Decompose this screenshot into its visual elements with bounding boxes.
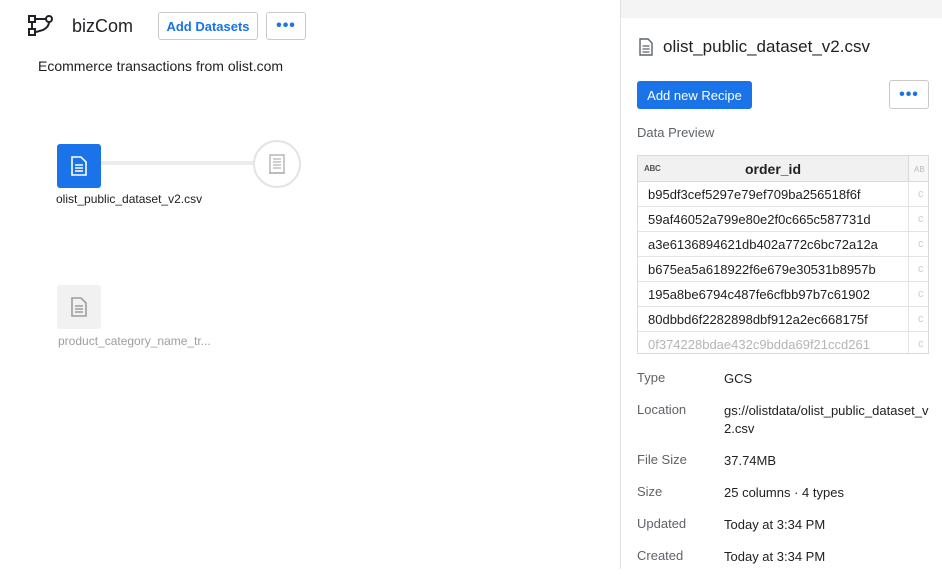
preview-rows: b95df3cef5297e79ef709ba256518f6f c 59af46… <box>638 182 928 353</box>
detail-row-created: Created Today at 3:34 PM <box>637 548 929 580</box>
detail-value: gs://olistdata/olist_public_dataset_v2.c… <box>724 403 929 436</box>
table-cell: b95df3cef5297e79ef709ba256518f6f <box>648 187 861 202</box>
table-cell: 0f374228bdae432c9bdda69f21ccd261 <box>648 337 870 352</box>
detail-row-location: Location gs://olistdata/olist_public_dat… <box>637 402 929 452</box>
panel-more-button[interactable]: ••• <box>889 80 929 109</box>
file-document-icon <box>71 297 87 317</box>
next-column-cell: c <box>908 232 928 257</box>
detail-value: 37.74MB <box>724 453 777 468</box>
more-dots-icon: ••• <box>899 85 919 103</box>
table-row: a3e6136894621db402a772c6bc72a12a c <box>638 232 928 257</box>
flow-icon <box>28 15 53 36</box>
table-row: 0f374228bdae432c9bdda69f21ccd261 c <box>638 332 928 353</box>
dataset-details-panel: olist_public_dataset_v2.csv Add new Reci… <box>620 0 942 569</box>
next-column-cell: c <box>908 257 928 282</box>
detail-value: 25 columns · 4 types <box>724 485 844 500</box>
table-cell: 59af46052a799e80e2f0c665c587731d <box>648 212 871 227</box>
add-new-recipe-button[interactable]: Add new Recipe <box>637 81 752 109</box>
more-dots-icon: ••• <box>276 17 296 34</box>
table-cell: 195a8be6794c487fe6cfbb97b7c61902 <box>648 287 870 302</box>
detail-row-size: Size 25 columns · 4 types <box>637 484 929 516</box>
detail-label: Created <box>637 548 684 563</box>
next-column-cell: c <box>908 332 928 353</box>
dataset-node-product-category[interactable] <box>57 285 101 329</box>
detail-label: File Size <box>637 452 687 467</box>
flow-canvas: bizCom Add Datasets ••• Ecommerce transa… <box>0 0 620 569</box>
table-row: 195a8be6794c487fe6cfbb97b7c61902 c <box>638 282 928 307</box>
recipe-node[interactable] <box>253 140 301 188</box>
dataset-node-label: olist_public_dataset_v2.csv <box>56 192 203 206</box>
flow-description: Ecommerce transactions from olist.com <box>38 58 284 74</box>
table-row: b675ea5a618922f6e679e30531b8957b c <box>638 257 928 282</box>
flow-connector <box>101 161 257 165</box>
dataset-details: Type GCS Location gs://olistdata/olist_p… <box>637 370 929 580</box>
next-column-cell: c <box>908 282 928 307</box>
table-cell: a3e6136894621db402a772c6bc72a12a <box>648 237 878 252</box>
table-cell: 80dbbd6f2282898dbf912a2ec668175f <box>648 312 868 327</box>
flow-more-button[interactable]: ••• <box>266 12 306 40</box>
detail-value: GCS <box>724 371 753 386</box>
detail-row-type: Type GCS <box>637 370 929 402</box>
dataset-node-olist[interactable] <box>57 144 101 188</box>
file-document-icon <box>639 38 653 56</box>
next-column-cell: c <box>908 207 928 232</box>
detail-label: Size <box>637 484 663 499</box>
table-row: 80dbbd6f2282898dbf912a2ec668175f c <box>638 307 928 332</box>
panel-title: olist_public_dataset_v2.csv <box>663 37 870 56</box>
detail-value: Today at 3:34 PM <box>724 517 826 532</box>
detail-label: Location <box>637 402 687 417</box>
column-name: order_id <box>744 161 801 177</box>
table-cell: b675ea5a618922f6e679e30531b8957b <box>648 262 876 277</box>
dataset-node-label: product_category_name_tr... <box>58 334 211 348</box>
detail-label: Type <box>637 370 666 385</box>
detail-row-file-size: File Size 37.74MB <box>637 452 929 484</box>
column-header[interactable]: ABC order_id <box>638 156 908 182</box>
next-column-cell: c <box>908 307 928 332</box>
detail-label: Updated <box>637 516 687 531</box>
flow-title: bizCom <box>72 16 134 36</box>
data-preview-label: Data Preview <box>637 125 715 140</box>
next-column-header: AB <box>908 156 928 182</box>
panel-topbar <box>621 0 942 18</box>
detail-row-updated: Updated Today at 3:34 PM <box>637 516 929 548</box>
add-datasets-button[interactable]: Add Datasets <box>158 12 258 40</box>
recipe-icon <box>269 154 285 174</box>
next-column-cell: c <box>908 182 928 207</box>
table-row: b95df3cef5297e79ef709ba256518f6f c <box>638 182 928 207</box>
table-row: 59af46052a799e80e2f0c665c587731d c <box>638 207 928 232</box>
file-document-icon <box>71 156 87 176</box>
detail-value: Today at 3:34 PM <box>724 549 826 564</box>
data-preview-table[interactable]: ABC order_id AB b95df3cef5297e79ef709ba2… <box>637 155 929 354</box>
